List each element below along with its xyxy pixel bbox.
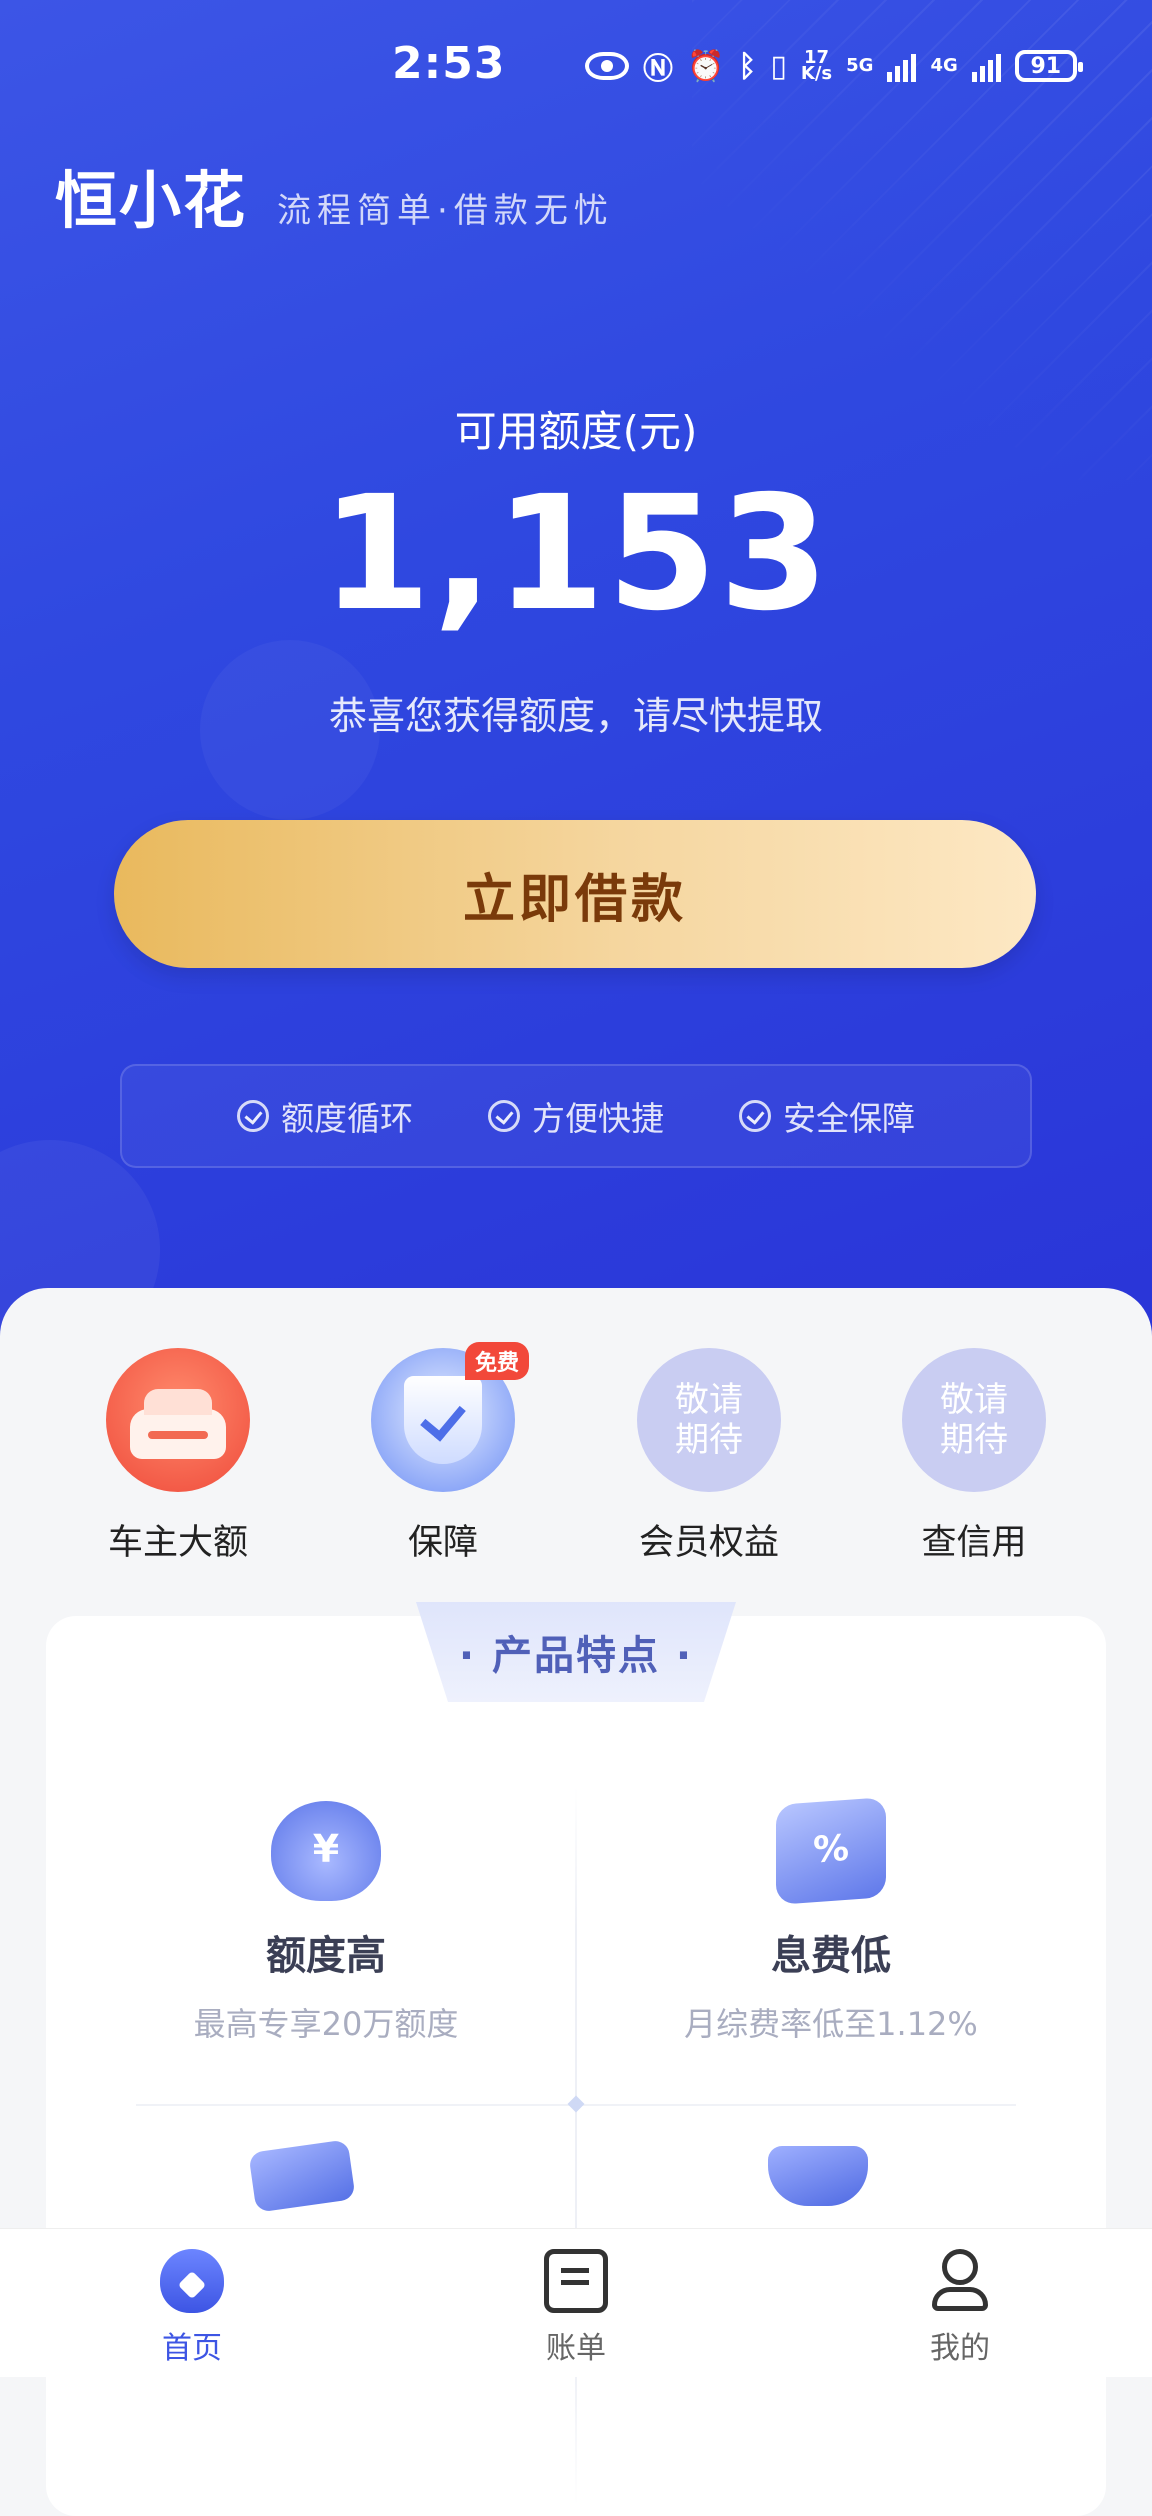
coming-soon-text: 敬请 [675,1380,743,1420]
tab-bills[interactable]: 账单 [384,2229,768,2377]
money-bag-icon [271,1801,381,1901]
app-logo: 恒小花 [55,164,248,237]
quota-value: 1,153 [321,462,831,646]
feature-label: 安全保障 [783,1099,915,1138]
eye-comfort-icon [585,52,629,80]
quick-entry-label: 保障 [407,1523,478,1563]
bluetooth-icon: ᛒ [738,48,757,84]
app-slogan: 流程简单·借款无忧 [277,191,614,231]
quick-entry-credit-check[interactable]: 敬请 期待 查信用 [874,1348,1074,1565]
nfc-icon: Ⓝ [643,52,673,87]
quick-entry-label: 查信用 [921,1523,1027,1563]
divider [575,1786,577,2506]
features-bar: 额度循环 方便快捷 安全保障 [120,1064,1032,1168]
product-features-title: · 产品特点 · [416,1602,736,1702]
tab-label: 账单 [546,2331,606,2366]
feature-label: 方便快捷 [532,1099,664,1138]
percent-icon [776,1797,886,1905]
lightning-shield-icon [768,2146,868,2206]
check-circle-icon [739,1100,771,1132]
quick-entry-protection[interactable]: 免费 保障 [343,1342,543,1565]
network-5g-label: 5G [846,55,874,76]
tab-home[interactable]: 首页 [0,2229,384,2377]
borrow-now-button[interactable]: 立即借款 [114,820,1036,968]
quick-entries: 车主大额 免费 保障 敬请 期待 会员权益 敬请 期待 查信用 [0,1342,1152,1568]
tab-mine[interactable]: 我的 [768,2229,1152,2377]
net-speed: 17 K/s [800,49,833,84]
signal-icon [887,50,917,82]
car-icon [106,1348,250,1492]
battery-icon: 91 [1014,50,1083,82]
coming-soon-text: 期待 [675,1420,743,1460]
quick-entry-label: 车主大额 [107,1523,248,1563]
feature-low-fee: 息费低 月综费率低至1.12% [621,1797,1041,2045]
vibrate-icon: ▯ [770,48,787,84]
signal-icon [971,50,1001,82]
feature-label: 额度循环 [281,1099,413,1138]
quick-entry-label: 会员权益 [638,1523,779,1563]
quick-entry-member-benefits[interactable]: 敬请 期待 会员权益 [609,1348,809,1565]
quick-entry-car-owner[interactable]: 车主大额 [78,1348,278,1565]
status-icons: Ⓝ ⏰ ᛒ ▯ 17 K/s 5G 4G 91 [585,44,1083,88]
coming-soon-icon: 敬请 期待 [637,1348,781,1492]
coming-soon-icon: 敬请 期待 [902,1348,1046,1492]
tab-label: 我的 [930,2331,990,2366]
tab-label: 首页 [162,2331,222,2366]
feature-title: 额度高 [266,1933,386,1979]
check-circle-icon [237,1100,269,1132]
status-time: 2:53 [392,38,506,89]
status-bar: 2:53 Ⓝ ⏰ ᛒ ▯ 17 K/s 5G 4G 91 [0,0,1152,130]
product-features-card: · 产品特点 · 额度高 最高专享20万额度 息费低 月综费率低至1.12% [46,1602,1106,2516]
feature-item: 方便快捷 [488,1092,664,1140]
bill-icon [544,2249,608,2313]
id-card-icon [248,2139,356,2213]
brand-header: 恒小花 流程简单·借款无忧 [55,150,614,240]
main-content: 车主大额 免费 保障 敬请 期待 会员权益 敬请 期待 查信用 · 产品特点 · [0,1288,1152,2516]
feature-subtitle: 月综费率低至1.12% [684,2005,978,2043]
net-speed-unit: K/s [800,63,833,84]
coming-soon-text: 期待 [940,1420,1008,1460]
feature-item: 额度循环 [237,1092,413,1140]
feature-item: 安全保障 [739,1092,915,1140]
hero-banner: 2:53 Ⓝ ⏰ ᛒ ▯ 17 K/s 5G 4G 91 恒小花 流程简单·借款… [0,0,1152,1340]
home-icon [160,2249,224,2313]
user-icon [928,2249,992,2313]
quota-label: 可用额度(元) [454,407,698,456]
check-circle-icon [488,1100,520,1132]
feature-high-limit: 额度高 最高专享20万额度 [116,1801,536,2045]
feature-title: 息费低 [771,1933,891,1979]
network-4g-label: 4G [930,55,958,76]
free-badge: 免费 [464,1342,529,1380]
shield-check-icon: 免费 [371,1342,529,1492]
coming-soon-text: 敬请 [940,1380,1008,1420]
alarm-icon: ⏰ [687,48,725,84]
feature-subtitle: 最高专享20万额度 [193,2005,459,2043]
bottom-tab-bar: 首页 账单 我的 [0,2228,1152,2377]
divider [136,2104,1016,2106]
quota-tip: 恭喜您获得额度，请尽快提取 [328,694,823,738]
